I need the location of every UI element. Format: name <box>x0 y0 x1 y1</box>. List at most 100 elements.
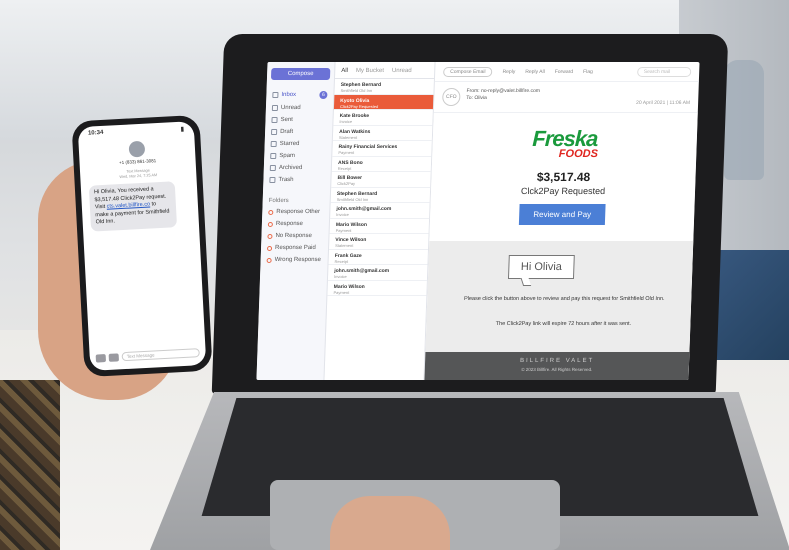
tab-all[interactable]: All <box>341 68 348 74</box>
message-row[interactable]: Rainy Financial Services Payment <box>332 141 432 157</box>
folder-item[interactable]: Response Other <box>266 206 325 218</box>
nav-label: Inbox <box>281 92 297 98</box>
sms-input[interactable]: Text Message <box>121 348 200 362</box>
message-reader: Compose Email Reply Reply All Forward Fl… <box>424 62 700 380</box>
battery-icon: ▮ <box>180 126 185 133</box>
message-preview: Invoice <box>336 212 350 217</box>
folder-icon <box>267 233 273 239</box>
sleeve <box>0 380 60 550</box>
footer-brand: BILLFIRE VALET <box>519 358 595 364</box>
folder-icon <box>266 245 273 251</box>
message-row[interactable]: Mario Wilson Payment <box>329 218 430 234</box>
sms-bubble: Hi Olivia, You received a $3,517.48 Clic… <box>88 181 178 232</box>
folder-item[interactable]: Response Paid <box>265 242 324 254</box>
review-and-pay-button[interactable]: Review and Pay <box>518 204 606 225</box>
folder-label: Response Other <box>276 209 321 215</box>
forward-button[interactable]: Forward <box>555 69 574 75</box>
message-preview: Click2Pay Requested <box>339 103 379 109</box>
star-icon <box>270 141 277 147</box>
apps-icon[interactable] <box>108 352 119 362</box>
speech-tail <box>520 278 532 286</box>
message-row[interactable]: Stephen Bernard Smithfield Old Inn <box>334 79 434 95</box>
nav-label: Draft <box>280 129 294 135</box>
nav-item-starred[interactable]: Starred <box>268 138 327 150</box>
nav-item-trash[interactable]: Trash <box>267 174 326 186</box>
message-preview: Payment <box>338 150 355 155</box>
nav-item-archived[interactable]: Archived <box>268 162 327 174</box>
message-preview: Smithfield Old Inn <box>340 88 373 93</box>
payment-amount: $3,517.48 <box>536 170 591 184</box>
message-preview: Click2Pay <box>337 181 356 186</box>
message-preview: Invoice <box>333 274 347 279</box>
nav-label: Sent <box>280 117 293 123</box>
folder-label: Response Paid <box>274 245 316 251</box>
message-preview: Invoice <box>339 119 353 124</box>
list-tabs: All My Bucket Unread <box>334 62 435 79</box>
reader-toolbar: Compose Email Reply Reply All Forward Fl… <box>434 62 700 82</box>
flag-button[interactable]: Flag <box>583 69 593 75</box>
draft-icon <box>271 129 278 135</box>
request-title: Clck2Pay Requested <box>520 186 606 196</box>
sender-avatar: CFO <box>442 88 461 106</box>
nav-item-spam[interactable]: Spam <box>268 150 327 162</box>
nav-label: Trash <box>278 177 294 183</box>
message-preview: Statement <box>335 243 354 248</box>
message-rows: Stephen Bernard Smithfield Old Inn Kyoto O… <box>327 79 434 296</box>
email-app: Compose Inbox 6 Unread Sent Draft Starre… <box>256 62 700 380</box>
brand-logo: Freska <box>531 126 598 151</box>
reply-button[interactable]: Reply <box>502 69 515 75</box>
folder-item[interactable]: No Response <box>265 230 324 242</box>
reply-all-button[interactable]: Reply All <box>525 69 545 75</box>
nav-item-draft[interactable]: Draft <box>269 126 328 138</box>
tab-unread[interactable]: Unread <box>392 68 412 74</box>
email-footer: BILLFIRE VALET © 2023 Billfire. All Righ… <box>424 352 690 380</box>
laptop-screen: Compose Inbox 6 Unread Sent Draft Starre… <box>256 62 700 380</box>
folder-icon <box>267 221 273 227</box>
message-meta: Text Message Wed, Mar 24, 7:25 AM <box>80 166 196 182</box>
message-row[interactable]: Stephen Bernard Smithfield Old Inn <box>330 187 431 203</box>
message-row[interactable]: john.smith@gmail.com Invoice <box>330 203 430 219</box>
message-row[interactable]: Alan Watkins Statement <box>332 125 433 141</box>
message-row[interactable]: ANS Bono Receipt <box>331 156 432 172</box>
phone-screen: 10:34 ▮ +1 (833) 861-3081 Text Message W… <box>77 121 207 371</box>
message-header: CFO From: no-reply@valet.billfire.com To… <box>433 82 699 113</box>
message-preview: Statement <box>338 134 358 140</box>
folder-item[interactable]: Response <box>266 218 325 230</box>
message-row[interactable]: Bill Bower Click2Pay <box>331 172 431 188</box>
message-row[interactable]: john.smith@gmail.com Invoice <box>327 265 428 281</box>
compose-button[interactable]: Compose <box>270 68 331 80</box>
contact-avatar-icon <box>128 140 146 158</box>
nav-item-inbox[interactable]: Inbox 6 <box>270 88 329 102</box>
greeting-panel: Hi Olivia Please click the button above … <box>425 241 694 352</box>
phone-time: 10:34 <box>87 129 104 137</box>
folder-icon <box>268 209 274 215</box>
expiry-text: The Click2Pay link will expire 72 hours … <box>495 321 632 327</box>
folder-icon <box>266 257 272 263</box>
greeting-bubble: Hi Olivia <box>507 255 575 279</box>
camera-icon[interactable] <box>95 353 106 363</box>
message-row[interactable]: Vince Wilson Statement <box>329 234 429 250</box>
to-line: To: Olivia <box>466 95 487 101</box>
sms-composer: Text Message <box>95 348 200 363</box>
message-row[interactable]: Frank Gaze Receipt <box>328 249 429 265</box>
message-row[interactable]: Mario Wilson Payment <box>327 280 427 296</box>
folder-label: No Response <box>275 233 312 239</box>
message-row[interactable]: Kate Brooke Invoice <box>333 110 433 126</box>
search-input[interactable]: Search mail <box>636 66 692 77</box>
unread-count-badge: 6 <box>319 91 328 99</box>
email-sidebar: Compose Inbox 6 Unread Sent Draft Starre… <box>256 62 336 380</box>
folders-heading: Folders <box>268 198 289 204</box>
background-bottle <box>724 60 764 180</box>
message-date: 20 April 2021 | 11:06 AM <box>635 100 691 106</box>
tab-my-bucket[interactable]: My Bucket <box>356 68 384 74</box>
nav-item-unread[interactable]: Unread <box>270 102 329 114</box>
archive-icon <box>269 165 276 171</box>
right-hand <box>330 496 450 550</box>
nav-item-sent[interactable]: Sent <box>269 114 328 126</box>
nav-label: Starred <box>279 141 300 147</box>
folder-item[interactable]: Wrong Response <box>264 254 323 266</box>
message-row[interactable]: Kyoto Olivia Click2Pay Requested <box>333 94 434 110</box>
instruction-text: Please click the button above to review … <box>463 296 665 302</box>
compose-email-button[interactable]: Compose Email <box>443 66 493 77</box>
message-list: All My Bucket Unread Stephen Bernard Smit… <box>324 62 436 380</box>
